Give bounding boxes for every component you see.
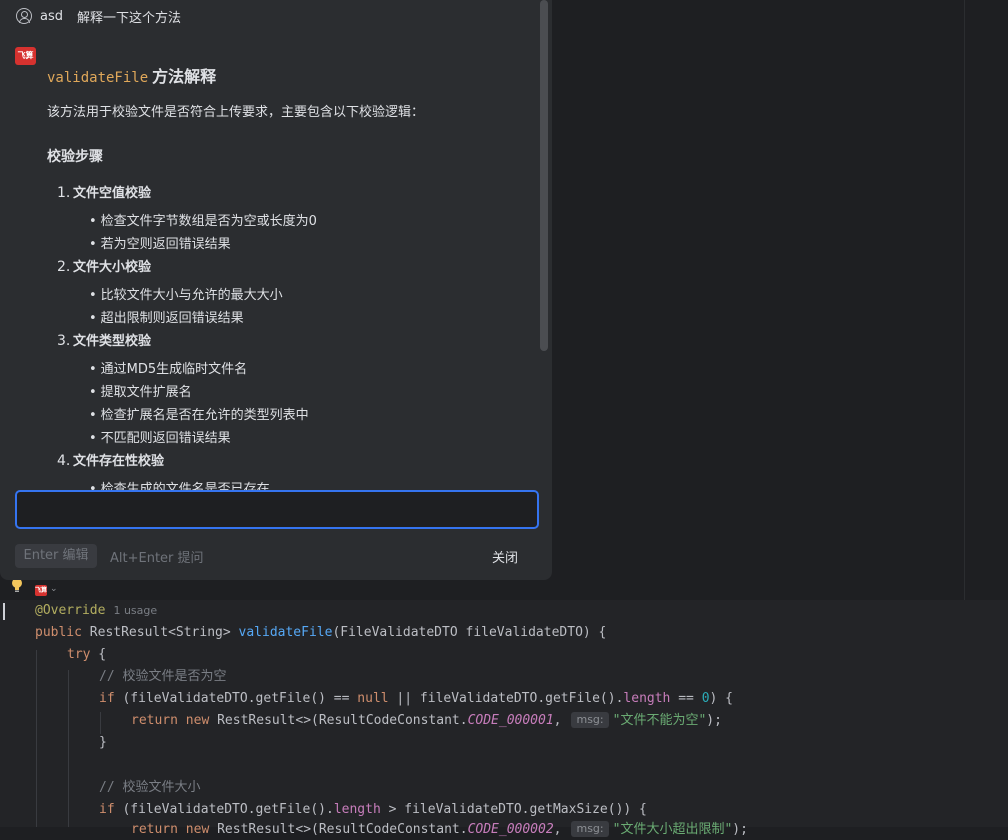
step-item: 3. 文件类型校验 <box>57 333 152 349</box>
feisuan-gutter-logo[interactable]: 飞算 <box>35 585 47 596</box>
code-line-11: return new RestResult<>(ResultCodeConsta… <box>131 821 748 837</box>
parameter-hint: msg: <box>571 821 609 837</box>
bullet-item: 检查生成的文件名是否已存在 <box>89 478 270 490</box>
bullet-item: 不匹配则返回错误结果 <box>89 427 231 446</box>
bullet-item: 检查文件字节数组是否为空或长度为0 <box>89 210 317 229</box>
bullet-item: 检查扩展名是否在允许的类型列表中 <box>89 404 309 423</box>
step-item: 1. 文件空值校验 <box>57 185 152 201</box>
code-line-2: public RestResult<String> validateFile(F… <box>35 625 607 640</box>
user-question: asd 解释一下这个方法 <box>16 6 181 26</box>
enter-edit-button[interactable]: Enter 编辑 <box>15 544 97 568</box>
submit-hint: Alt+Enter 提问 <box>110 551 204 566</box>
ai-chat-popup: asd 解释一下这个方法 飞算 validateFile 方法解释 该方法用于校验… <box>0 0 552 580</box>
code-line-6: return new RestResult<>(ResultCodeConsta… <box>131 712 722 728</box>
text-caret <box>3 603 5 620</box>
code-line-3: try { <box>67 647 107 662</box>
code-line-4: // 校验文件是否为空 <box>99 669 227 684</box>
chevron-down-icon[interactable]: ⌄ <box>50 584 58 594</box>
code-line-10: if (fileValidateDTO.getFile().length > f… <box>99 802 647 817</box>
indent-guide <box>36 650 37 827</box>
feisuan-logo: 飞算 <box>15 47 36 65</box>
bullet-item: 提取文件扩展名 <box>89 381 192 400</box>
answer-scrollbar[interactable] <box>540 0 548 351</box>
step-item: 2. 文件大小校验 <box>57 259 152 275</box>
bullet-item: 比较文件大小与允许的最大大小 <box>89 284 283 303</box>
bullet-item: 通过MD5生成临时文件名 <box>89 358 248 377</box>
user-name: asd <box>40 8 63 24</box>
step-item: 4. 文件存在性校验 <box>57 453 165 469</box>
close-button[interactable]: 关闭 <box>492 547 518 566</box>
chat-input[interactable] <box>15 490 539 529</box>
question-text: 解释一下这个方法 <box>77 10 182 26</box>
parameter-hint: msg: <box>571 712 609 728</box>
bullet-item: 超出限制则返回错误结果 <box>89 307 244 326</box>
answer-scroll-area[interactable]: asd 解释一下这个方法 飞算 validateFile 方法解释 该方法用于校验… <box>0 0 540 490</box>
user-icon <box>16 8 32 24</box>
indent-guide <box>68 670 69 827</box>
answer-title: validateFile 方法解释 <box>47 67 217 86</box>
bullet-item: 若为空则返回错误结果 <box>89 233 231 252</box>
code-line-1: @Override 1 usage <box>35 603 158 618</box>
code-line-5: if (fileValidateDTO.getFile() == null ||… <box>99 691 734 706</box>
section-heading: 校验步骤 <box>47 149 103 165</box>
answer-intro: 该方法用于校验文件是否符合上传要求，主要包含以下校验逻辑： <box>47 105 425 120</box>
code-line-7: } <box>99 735 107 750</box>
usage-hint[interactable]: 1 usage <box>113 604 157 617</box>
code-line-9: // 校验文件大小 <box>99 780 201 795</box>
indent-guide <box>100 712 101 734</box>
